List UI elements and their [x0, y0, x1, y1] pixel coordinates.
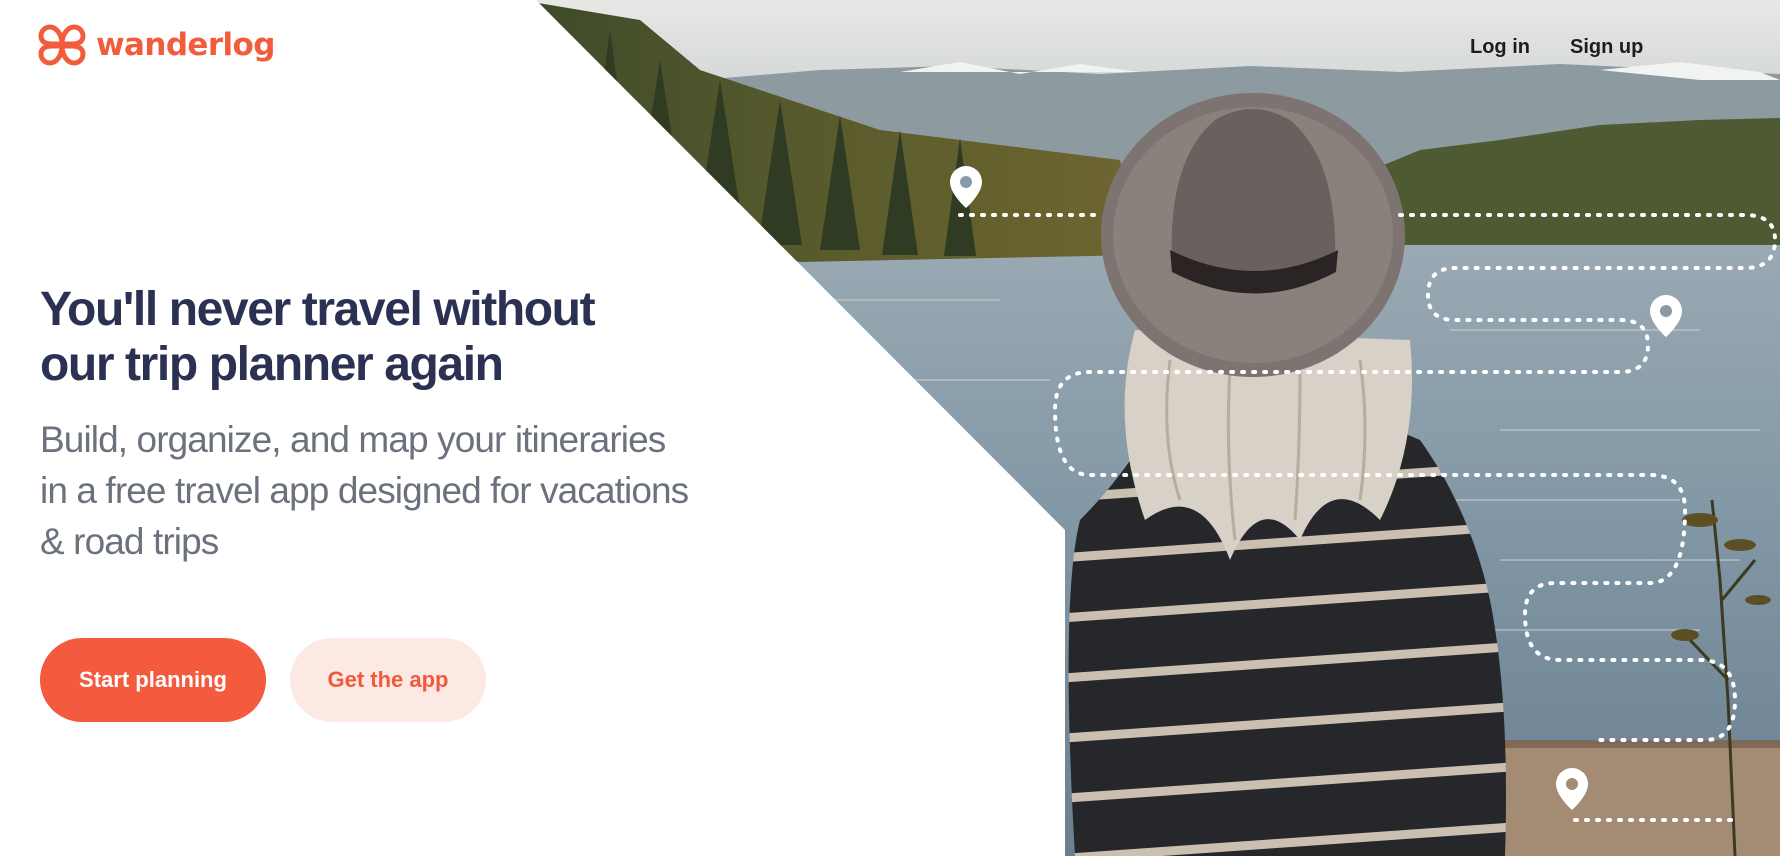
wanderlog-logo-icon: [38, 24, 86, 66]
get-the-app-button[interactable]: Get the app: [290, 638, 486, 722]
hero-subheadline-line: Build, organize, and map your itinerarie…: [40, 419, 666, 460]
start-planning-button[interactable]: Start planning: [40, 638, 266, 722]
landing-page: wanderlog Log in Sign up You'll never tr…: [0, 0, 1780, 856]
header-nav: Log in Sign up: [1470, 30, 1643, 64]
hero-headline-line: You'll never travel without: [40, 283, 596, 336]
hero-headline-line: our trip planner again: [40, 338, 504, 391]
signup-link[interactable]: Sign up: [1570, 36, 1643, 59]
login-link[interactable]: Log in: [1470, 36, 1530, 59]
hero-subheadline-line: in a free travel app designed for vacati…: [40, 470, 689, 511]
wanderlog-logo[interactable]: wanderlog: [38, 22, 275, 68]
hero-headline: You'll never travel without our trip pla…: [40, 282, 740, 392]
hero-subheadline-line: & road trips: [40, 521, 219, 562]
hero-subheadline: Build, organize, and map your itinerarie…: [40, 414, 780, 567]
brand-name: wanderlog: [96, 27, 275, 63]
